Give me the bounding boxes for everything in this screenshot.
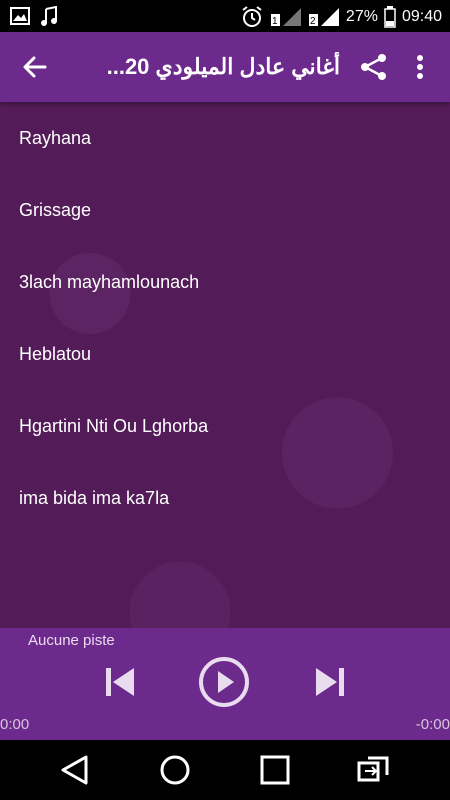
now-playing-label: Aucune piste (28, 632, 115, 649)
back-arrow-icon[interactable] (20, 52, 50, 82)
nav-recents-icon[interactable] (258, 754, 292, 786)
skip-previous-icon[interactable] (104, 666, 136, 698)
svg-text:2: 2 (310, 16, 316, 27)
remaining-time: -0:00 (415, 716, 450, 733)
nav-switch-icon[interactable] (356, 754, 390, 786)
image-icon (10, 7, 30, 25)
play-icon[interactable] (198, 656, 250, 708)
track-item[interactable]: ima bida ima ka7la (0, 462, 450, 534)
status-bar: 1 2 27% 09:40 (0, 0, 450, 32)
nav-home-icon[interactable] (158, 754, 192, 786)
track-item[interactable]: Hgartini Nti Ou Lghorba (0, 390, 450, 462)
battery-percent: 27% (345, 8, 378, 25)
more-vert-icon[interactable] (408, 52, 432, 82)
track-item[interactable]: Grissage (0, 174, 450, 246)
track-list-area: Rayhana Grissage 3lach mayhamlounach Heb… (0, 102, 450, 774)
svg-text:1: 1 (272, 16, 278, 27)
track-list: Rayhana Grissage 3lach mayhamlounach Heb… (0, 102, 450, 534)
battery-icon (384, 6, 396, 28)
page-title: أغاني عادل الميلودي 20... (106, 54, 340, 79)
skip-next-icon[interactable] (314, 666, 346, 698)
elapsed-time: 0:00 (0, 716, 30, 733)
track-item[interactable]: Heblatou (0, 318, 450, 390)
music-note-icon (41, 6, 57, 26)
status-time: 09:40 (401, 8, 442, 25)
navigation-bar (0, 740, 450, 800)
alarm-icon (242, 6, 262, 27)
signal-sim2-icon: 2 (308, 8, 339, 27)
app-bar: أغاني عادل الميلودي 20... (0, 32, 450, 102)
signal-sim1-icon: 1 (270, 8, 301, 27)
nav-back-icon[interactable] (58, 754, 92, 786)
share-icon[interactable] (358, 52, 390, 82)
track-item[interactable]: 3lach mayhamlounach (0, 246, 450, 318)
track-item[interactable]: Rayhana (0, 102, 450, 174)
